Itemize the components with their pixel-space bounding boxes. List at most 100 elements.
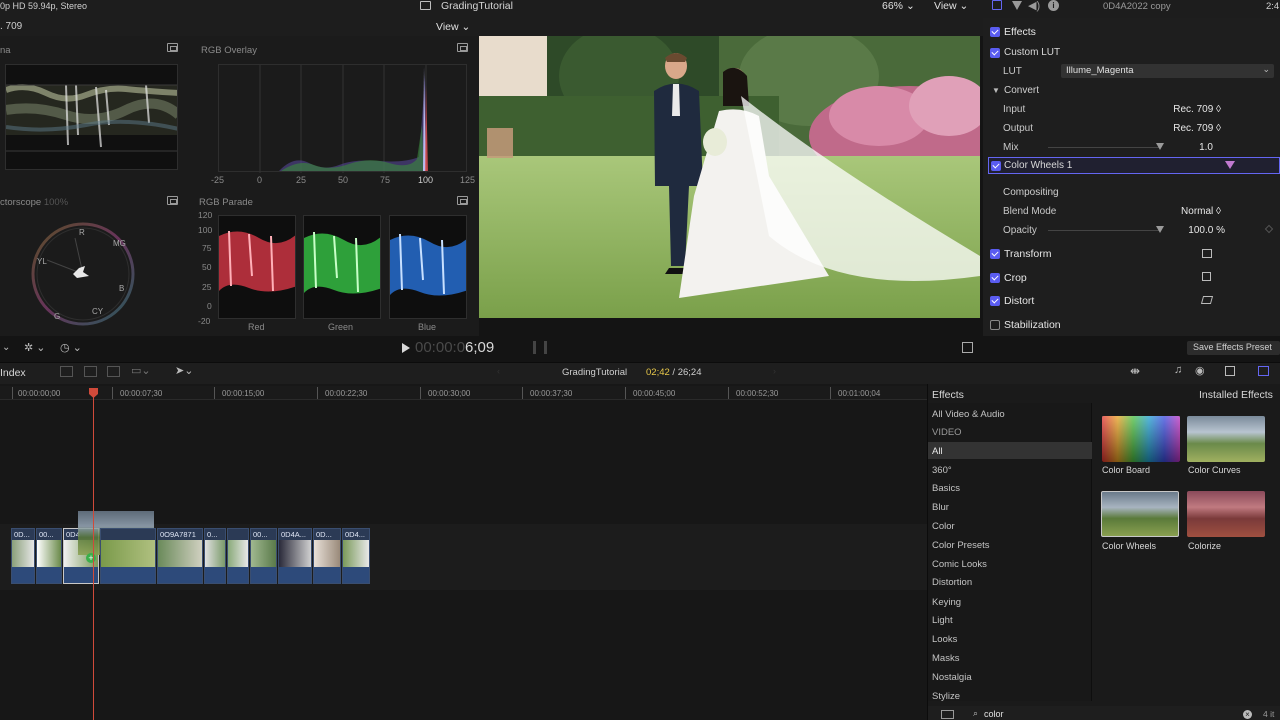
category-masks[interactable]: Masks: [932, 653, 959, 664]
connect-clip-icon[interactable]: [60, 366, 73, 377]
lut-dropdown[interactable]: Illume_Magenta ⌄: [1061, 64, 1274, 78]
mix-slider-handle[interactable]: [1156, 143, 1164, 150]
category-all-video-audio[interactable]: All Video & Audio: [932, 409, 1005, 420]
video-inspector-icon[interactable]: [992, 0, 1002, 10]
category-all[interactable]: All: [932, 446, 943, 457]
distort-onscreen-icon[interactable]: [1200, 296, 1214, 304]
transform-row[interactable]: Transform: [988, 245, 1280, 264]
stabilization-checkbox[interactable]: [990, 320, 1000, 330]
custom-lut-checkbox[interactable]: [990, 48, 1000, 58]
effects-checkbox[interactable]: [990, 27, 1000, 37]
custom-lut-row[interactable]: Custom LUT: [988, 44, 1280, 63]
convert-row[interactable]: ▼ Convert: [988, 82, 1280, 101]
timeline-playhead-position: 02;42: [646, 367, 670, 378]
mix-slider[interactable]: [1048, 147, 1160, 148]
effect-color-curves-thumbnail[interactable]: [1187, 416, 1265, 462]
enhance-tool-icon[interactable]: ✲ ⌄: [24, 341, 46, 354]
crop-row[interactable]: Crop: [988, 269, 1280, 288]
crop-checkbox[interactable]: [990, 273, 1000, 283]
solo-icon[interactable]: ◉: [1195, 364, 1205, 377]
stabilization-row[interactable]: Stabilization: [988, 316, 1280, 335]
retime-tool-icon[interactable]: ◷ ⌄: [60, 341, 82, 354]
timeline-clip[interactable]: 00...: [250, 528, 277, 584]
category-color-presets[interactable]: Color Presets: [932, 540, 990, 551]
zoom-menu[interactable]: 66% ⌄: [882, 0, 915, 12]
timeline-clip[interactable]: 0...: [204, 528, 226, 584]
transform-tool-icon[interactable]: ⌄: [2, 342, 10, 353]
timeline-clip[interactable]: 0D4A...: [278, 528, 312, 584]
mix-value[interactable]: 1.0: [1199, 142, 1213, 153]
color-inspector-icon[interactable]: [1012, 1, 1022, 10]
effects-browser-icon[interactable]: [1258, 366, 1269, 376]
input-value[interactable]: Rec. 709 ◊: [1173, 104, 1221, 115]
scope-settings-icon[interactable]: [457, 196, 468, 205]
effect-colorize-thumbnail[interactable]: [1187, 491, 1265, 537]
opacity-slider-handle[interactable]: [1156, 226, 1164, 233]
timeline-back-icon[interactable]: ‹: [497, 366, 500, 376]
timeline-clip[interactable]: 0D...: [313, 528, 341, 584]
category-360[interactable]: 360°: [932, 465, 952, 476]
timeline-index-button[interactable]: Index: [0, 367, 26, 379]
transform-onscreen-icon[interactable]: [1202, 249, 1212, 258]
timeline-clip[interactable]: 0D...: [11, 528, 35, 584]
audio-meter-icon[interactable]: [533, 341, 547, 354]
timeline-forward-icon[interactable]: ›: [773, 366, 776, 376]
play-button[interactable]: [402, 343, 410, 353]
select-tool-icon[interactable]: ➤⌄: [175, 364, 193, 377]
effect-color-board-thumbnail[interactable]: [1102, 416, 1180, 462]
color-wheels-icon[interactable]: [1225, 161, 1235, 169]
overwrite-clip-icon[interactable]: ▭⌄: [131, 364, 151, 377]
audio-skimming-icon[interactable]: ♫: [1174, 364, 1182, 376]
blend-mode-value[interactable]: Normal ◊: [1181, 206, 1221, 217]
insert-clip-icon[interactable]: [84, 366, 97, 377]
scope-settings-icon[interactable]: [167, 196, 178, 205]
sidebar-toggle-icon[interactable]: [941, 710, 954, 719]
color-wheels-checkbox[interactable]: [991, 161, 1001, 171]
category-stylize[interactable]: Stylize: [932, 691, 960, 702]
effect-color-wheels-thumbnail[interactable]: [1101, 491, 1179, 537]
timeline-clip[interactable]: [227, 528, 249, 584]
keyframe-icon[interactable]: [1264, 224, 1274, 234]
timeline-clip[interactable]: 00...: [36, 528, 62, 584]
output-value[interactable]: Rec. 709 ◊: [1173, 123, 1221, 134]
playhead[interactable]: [93, 388, 94, 720]
category-light[interactable]: Light: [932, 615, 953, 626]
viewer-view-menu[interactable]: View ⌄: [934, 0, 968, 12]
append-clip-icon[interactable]: [107, 366, 120, 377]
scopes-view-menu[interactable]: View ⌄: [436, 21, 470, 33]
category-distortion[interactable]: Distortion: [932, 577, 972, 588]
category-basics[interactable]: Basics: [932, 483, 960, 494]
opacity-value[interactable]: 100.0 %: [1188, 225, 1225, 236]
category-looks[interactable]: Looks: [932, 634, 957, 645]
category-nostalgia[interactable]: Nostalgia: [932, 672, 972, 683]
timeline-clip[interactable]: 0D4...: [342, 528, 370, 584]
distort-row[interactable]: Distort: [988, 292, 1280, 311]
scope-settings-icon[interactable]: [457, 43, 468, 52]
viewer-image[interactable]: [479, 36, 980, 318]
category-color[interactable]: Color: [932, 521, 955, 532]
timeline-clip[interactable]: 0O9A7871: [157, 528, 203, 584]
opacity-slider[interactable]: [1048, 230, 1160, 231]
vectorscope-percent: 100%: [43, 197, 69, 208]
timeline-clip[interactable]: [100, 528, 156, 584]
color-wheels-row[interactable]: Color Wheels 1: [988, 157, 1280, 174]
category-keying[interactable]: Keying: [932, 597, 961, 608]
info-inspector-icon[interactable]: i: [1048, 0, 1059, 11]
fullscreen-icon[interactable]: [962, 342, 973, 353]
effects-search-input[interactable]: [984, 708, 1234, 720]
transform-checkbox[interactable]: [990, 249, 1000, 259]
distort-checkbox[interactable]: [990, 296, 1000, 306]
zoom-value: 66%: [882, 0, 904, 12]
category-blur[interactable]: Blur: [932, 502, 949, 513]
save-effects-preset-button[interactable]: Save Effects Preset: [1187, 341, 1280, 355]
crop-onscreen-icon[interactable]: [1202, 272, 1211, 281]
clip-appearance-icon[interactable]: [1225, 366, 1235, 376]
skimming-icon[interactable]: ⇼: [1130, 364, 1140, 378]
effects-section[interactable]: Effects: [988, 23, 1280, 42]
category-comic-looks[interactable]: Comic Looks: [932, 559, 987, 570]
clear-search-icon[interactable]: ×: [1243, 710, 1252, 719]
disclosure-triangle-icon[interactable]: ▼: [992, 86, 1000, 95]
scope-settings-icon[interactable]: [167, 43, 178, 52]
chevron-down-icon: ⌄: [959, 0, 969, 12]
audio-inspector-icon[interactable]: ◀): [1028, 0, 1040, 12]
